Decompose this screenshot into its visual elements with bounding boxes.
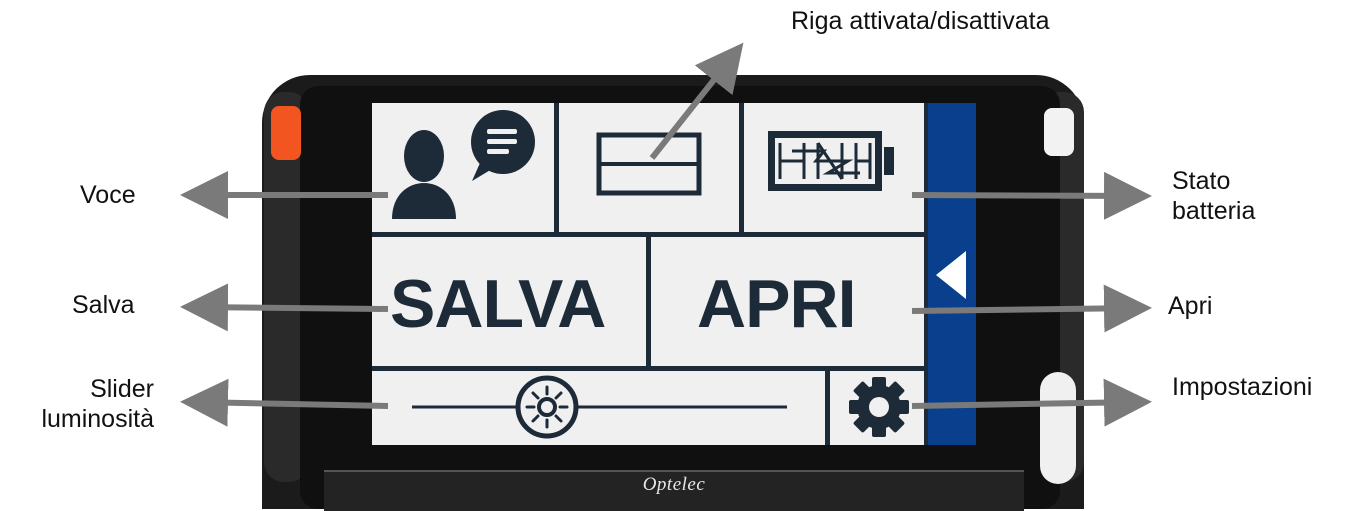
callout-apri: Apri [1168, 292, 1213, 320]
callout-stato-line2: batteria [1172, 197, 1256, 225]
open-button[interactable]: APRI [651, 237, 924, 366]
callout-salva: Salva [72, 291, 135, 319]
battery-status-button[interactable] [744, 103, 924, 232]
voice-button[interactable] [372, 103, 554, 232]
reading-line-icon [596, 132, 702, 196]
open-button-label: APRI [697, 266, 856, 342]
back-arrow-icon[interactable] [936, 251, 966, 299]
settings-button[interactable] [830, 371, 924, 445]
side-button-top[interactable] [1044, 108, 1074, 156]
reading-line-toggle-button[interactable] [559, 103, 739, 232]
callout-slider: Slider luminosità [12, 374, 154, 434]
gear-icon [849, 377, 909, 437]
brightness-icon[interactable] [515, 375, 579, 439]
brightness-slider[interactable] [372, 371, 825, 445]
save-button[interactable]: SALVA [372, 237, 646, 366]
battery-icon [768, 131, 894, 191]
touch-screen: SALVA APRI [372, 103, 976, 445]
brand-logo: Optelec [642, 474, 706, 495]
callout-slider-line1: Slider [90, 375, 154, 403]
voice-icon [392, 110, 535, 219]
callout-impostazioni: Impostazioni [1172, 373, 1313, 401]
save-button-label: SALVA [390, 266, 606, 342]
zoom-rocker-button[interactable] [1040, 372, 1076, 484]
callout-slider-line2: luminosità [41, 405, 154, 433]
callout-stato: Stato batteria [1172, 166, 1255, 226]
power-button[interactable] [271, 106, 301, 160]
callout-stato-line1: Stato [1172, 167, 1231, 195]
callout-voce: Voce [80, 181, 136, 209]
callout-riga: Riga attivata/disattivata [791, 7, 1050, 35]
